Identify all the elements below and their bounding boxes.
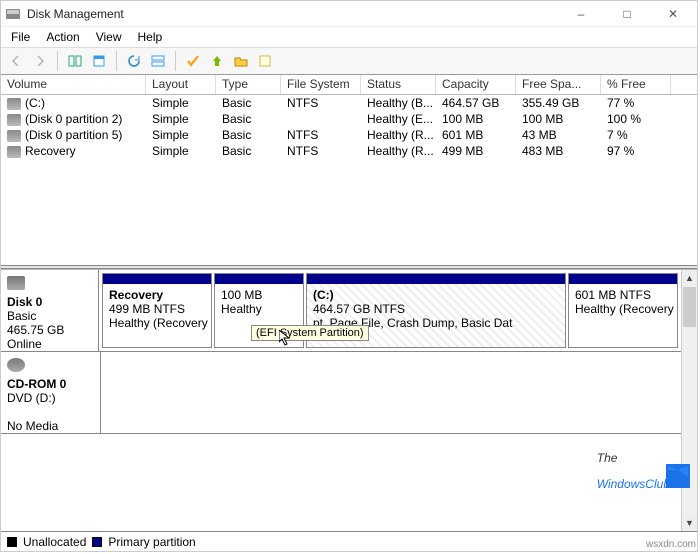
show-hide-console-button[interactable] [64,50,86,72]
watermark: The WindowsClub [597,442,670,494]
minimize-button[interactable]: – [561,2,601,26]
partition[interactable]: 601 MB NTFSHealthy (Recovery Par [568,273,678,348]
folder-icon[interactable] [230,50,252,72]
forward-button [29,50,51,72]
close-button[interactable]: ✕ [653,2,693,26]
titlebar: Disk Management – □ ✕ [1,1,697,27]
menu-view[interactable]: View [90,28,128,46]
disk-list-button[interactable] [147,50,169,72]
volume-list[interactable]: (C:)SimpleBasicNTFSHealthy (B...464.57 G… [1,95,697,265]
disk-icon [7,276,25,290]
cdrom-row[interactable]: CD-ROM 0 DVD (D:) No Media [1,352,681,434]
disk-state: Online [7,337,42,351]
disk-size: 465.75 GB [7,323,64,337]
col-type[interactable]: Type [216,75,281,94]
table-row[interactable]: RecoverySimpleBasicNTFSHealthy (R...499 … [1,143,697,159]
disk-kind: Basic [7,309,36,323]
col-volume[interactable]: Volume [1,75,146,94]
cdrom-icon [7,358,25,372]
cursor-icon [279,330,295,346]
scroll-down-icon[interactable]: ▼ [682,515,697,531]
col-free[interactable]: Free Spa... [516,75,601,94]
disk-name: Disk 0 [7,295,42,309]
back-button [5,50,27,72]
cdrom-line3: No Media [7,419,58,433]
cdrom-line2: DVD (D:) [7,391,56,405]
up-icon[interactable] [206,50,228,72]
note-icon[interactable] [254,50,276,72]
refresh-button[interactable] [123,50,145,72]
properties-button[interactable] [88,50,110,72]
legend-primary-swatch [92,537,102,547]
volume-list-header: Volume Layout Type File System Status Ca… [1,75,697,95]
legend-unallocated-swatch [7,537,17,547]
footer-url: wsxdn.com [646,539,696,550]
cdrom-name: CD-ROM 0 [7,377,66,391]
toolbar [1,47,697,75]
maximize-button[interactable]: □ [607,2,647,26]
table-row[interactable]: (C:)SimpleBasicNTFSHealthy (B...464.57 G… [1,95,697,111]
tooltip: (EFI System Partition) [251,325,369,341]
partition[interactable]: Recovery499 MB NTFSHealthy (Recovery Pa [102,273,212,348]
disk-map: Disk 0 Basic 465.75 GB Online Recovery49… [1,269,697,551]
legend-unallocated: Unallocated [23,535,86,549]
table-row[interactable]: (Disk 0 partition 2)SimpleBasicHealthy (… [1,111,697,127]
scroll-thumb[interactable] [683,287,696,327]
col-layout[interactable]: Layout [146,75,216,94]
col-fs[interactable]: File System [281,75,361,94]
menubar: File Action View Help [1,27,697,47]
legend: Unallocated Primary partition [1,531,697,551]
col-capacity[interactable]: Capacity [436,75,516,94]
watermark-icon [666,464,690,488]
legend-primary: Primary partition [108,535,195,549]
window-title: Disk Management [27,7,561,21]
disk-label: Disk 0 Basic 465.75 GB Online [1,270,99,351]
menu-help[interactable]: Help [132,28,169,46]
check-icon[interactable] [182,50,204,72]
cdrom-label: CD-ROM 0 DVD (D:) No Media [1,352,101,433]
app-icon [5,6,21,22]
col-pct[interactable]: % Free [601,75,671,94]
col-status[interactable]: Status [361,75,436,94]
table-row[interactable]: (Disk 0 partition 5)SimpleBasicNTFSHealt… [1,127,697,143]
menu-action[interactable]: Action [40,28,85,46]
menu-file[interactable]: File [5,28,36,46]
scroll-up-icon[interactable]: ▲ [682,270,697,286]
disk-scrollbar[interactable]: ▲ ▼ [681,270,697,531]
